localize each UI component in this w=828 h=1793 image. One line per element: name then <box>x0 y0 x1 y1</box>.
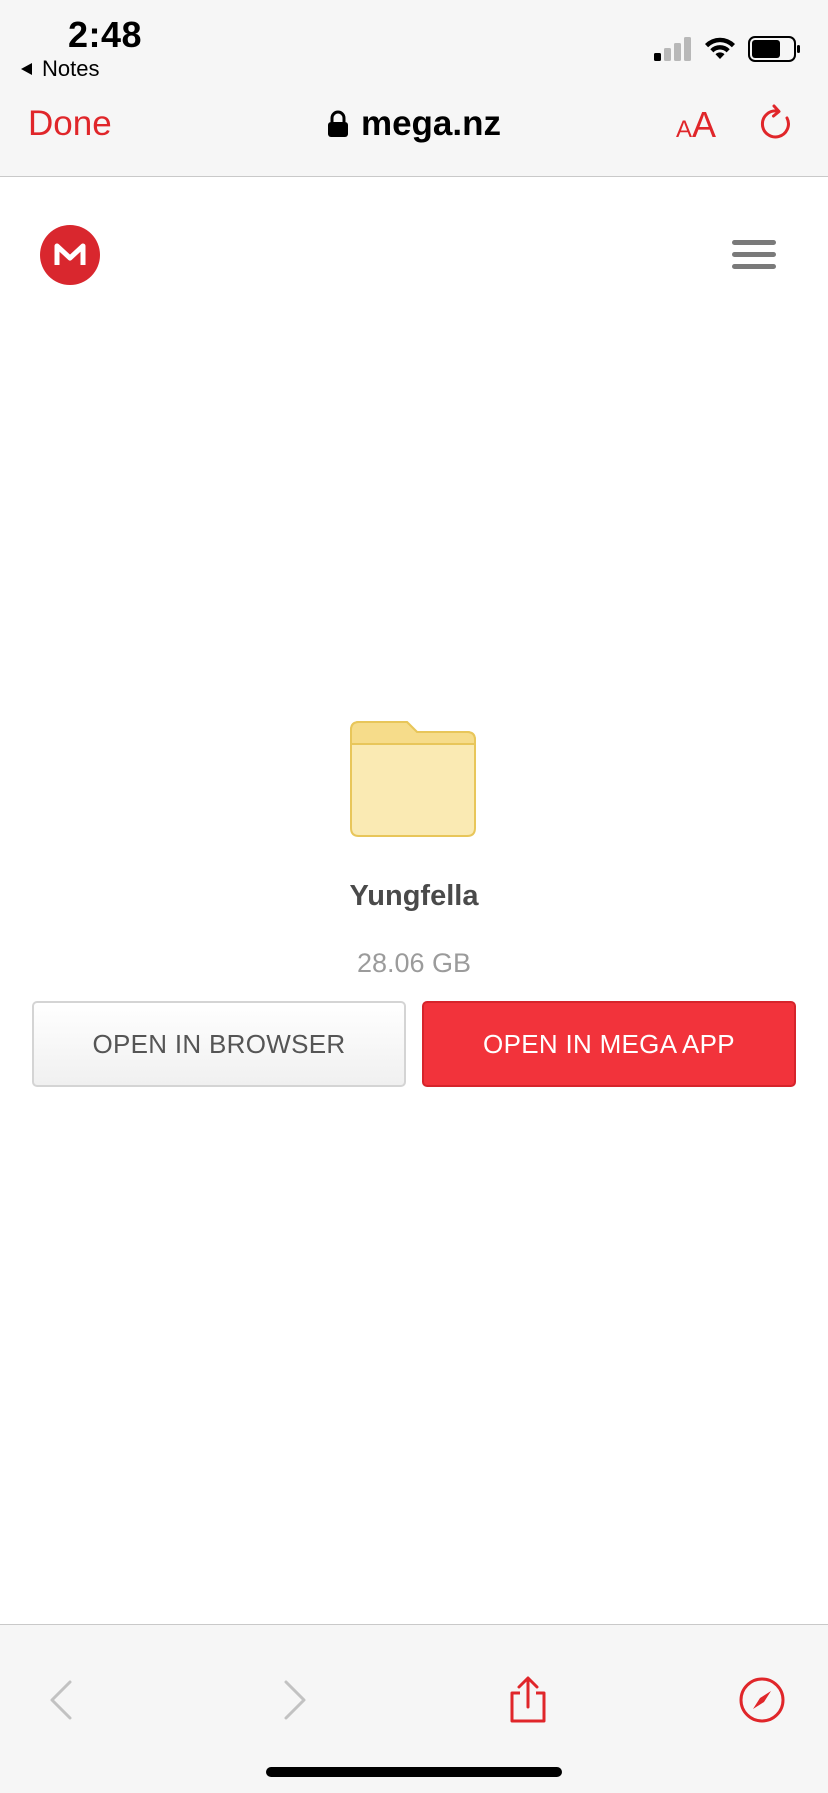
chevron-left-icon <box>50 1680 72 1720</box>
text-size-button[interactable]: A A <box>676 104 716 146</box>
back-app-label: Notes <box>42 56 100 81</box>
browser-bottom-toolbar <box>0 1624 828 1793</box>
safari-nav-row: Done mega.nz A A <box>0 96 828 158</box>
status-time: 2:48 <box>68 14 143 55</box>
text-size-big-label: A <box>692 104 717 145</box>
cellular-signal-icon <box>654 37 691 61</box>
home-indicator[interactable] <box>266 1767 562 1777</box>
mega-m-glyph <box>54 243 86 265</box>
menu-line <box>732 240 776 245</box>
back-triangle-icon <box>21 63 32 75</box>
status-icons <box>654 36 802 62</box>
url-text: mega.nz <box>360 104 502 143</box>
wifi-icon <box>705 37 735 59</box>
folder-icon <box>349 720 477 838</box>
text-size-small-label: A <box>676 116 693 143</box>
open-in-browser-button[interactable]: OPEN IN BROWSER <box>32 1001 406 1087</box>
compass-icon <box>739 1677 785 1723</box>
menu-line <box>732 252 776 257</box>
reload-icon <box>760 104 790 139</box>
browser-top-bar: 2:48 Notes Done mega.nz A A <box>0 0 828 177</box>
back-button[interactable] <box>36 1675 86 1725</box>
forward-button[interactable] <box>270 1675 320 1725</box>
share-icon <box>510 1676 546 1723</box>
back-to-app-button[interactable]: Notes <box>20 56 99 82</box>
folder-size: 28.06 GB <box>356 948 472 978</box>
menu-line <box>732 264 776 269</box>
hamburger-menu-icon[interactable] <box>732 240 776 274</box>
battery-icon <box>748 36 800 62</box>
open-in-safari-button[interactable] <box>737 1675 787 1725</box>
lock-icon <box>327 110 348 137</box>
chevron-right-icon <box>284 1680 306 1720</box>
folder-name: Yungfella <box>349 880 479 912</box>
share-button[interactable] <box>503 1675 553 1725</box>
reload-button[interactable] <box>756 104 796 144</box>
open-in-mega-app-button[interactable]: OPEN IN MEGA APP <box>422 1001 796 1087</box>
mega-logo-icon[interactable] <box>40 225 100 285</box>
